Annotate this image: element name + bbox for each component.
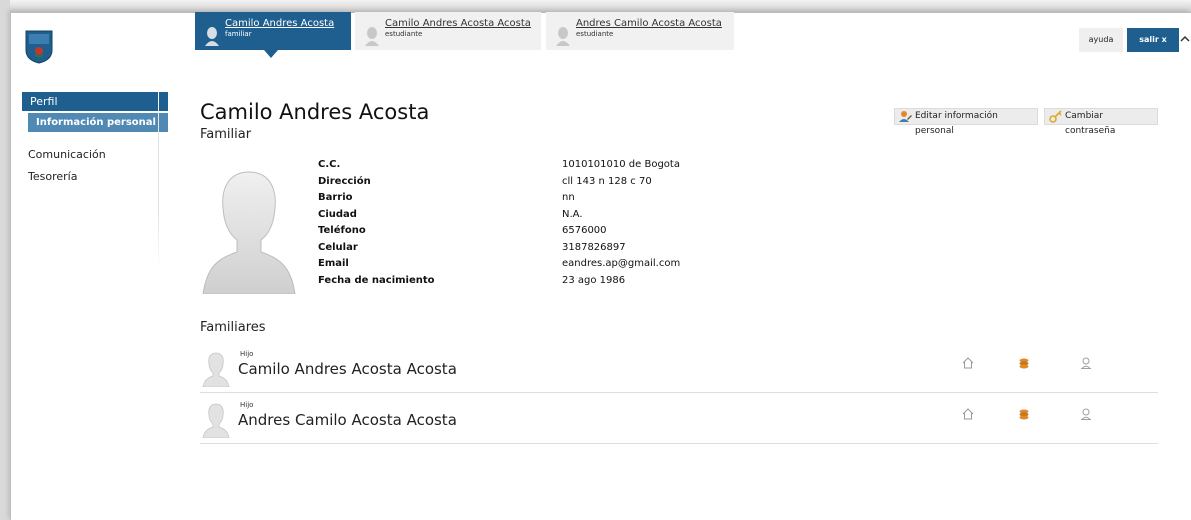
- tab-role: estudiante: [576, 30, 614, 38]
- family-relation: Hijo: [240, 350, 254, 358]
- tab-name: Camilo Andres Acosta Acosta: [385, 18, 531, 29]
- field-value-celular: 3187826897: [562, 241, 626, 253]
- field-label-ciudad: Ciudad: [318, 208, 357, 220]
- profile-field-values: 1010101010 de Bogota cll 143 n 128 c 70 …: [562, 157, 680, 289]
- field-value-ciudad: N.A.: [562, 208, 583, 220]
- user-avatar-icon: [556, 27, 570, 46]
- tab-andres-camilo-acosta-acosta[interactable]: Andres Camilo Acosta Acosta estudiante: [546, 12, 734, 50]
- tab-name: Andres Camilo Acosta Acosta: [576, 18, 722, 29]
- page-subtitle: Familiar: [200, 127, 252, 142]
- family-member-name[interactable]: Andres Camilo Acosta Acosta: [238, 411, 457, 429]
- familiares-title: Familiares: [200, 320, 266, 335]
- field-label-telefono: Teléfono: [318, 225, 366, 236]
- tab-camilo-andres-acosta[interactable]: Camilo Andres Acosta familiar: [195, 12, 351, 50]
- page-title: Camilo Andres Acosta: [200, 100, 430, 124]
- sidebar-item-informacion-personal[interactable]: Información personal: [28, 113, 168, 132]
- field-label-fecha-nacimiento: Fecha de nacimiento: [318, 274, 435, 286]
- student-icon[interactable]: [1080, 408, 1092, 420]
- sidebar-item-comunicacion[interactable]: Comunicación: [22, 144, 168, 166]
- list-item[interactable]: Hijo Andres Camilo Acosta Acosta: [200, 398, 1158, 444]
- home-icon[interactable]: [962, 357, 974, 369]
- field-label-direccion: Dirección: [318, 175, 371, 187]
- field-label-barrio: Barrio: [318, 192, 353, 203]
- profile-avatar: [202, 171, 296, 294]
- key-icon: [1049, 110, 1062, 123]
- edit-personal-info-button[interactable]: Editar información personal: [894, 108, 1038, 136]
- family-relation: Hijo: [240, 401, 254, 409]
- chevron-up-icon[interactable]: [1180, 34, 1190, 44]
- profile-field-labels: C.C. Dirección Barrio Ciudad Teléfono Ce…: [318, 157, 435, 289]
- logout-button[interactable]: salir x: [1127, 28, 1179, 52]
- family-member-name[interactable]: Camilo Andres Acosta Acosta: [238, 360, 457, 378]
- coins-icon[interactable]: [1018, 357, 1030, 369]
- home-icon[interactable]: [962, 408, 974, 420]
- change-password-button[interactable]: Cambiar contraseña: [1044, 108, 1158, 136]
- user-avatar-icon: [205, 27, 219, 46]
- user-avatar-icon: [365, 27, 379, 46]
- edit-user-icon: [899, 111, 912, 122]
- field-value-barrio: nn: [562, 192, 575, 203]
- field-label-cc: C.C.: [318, 159, 341, 170]
- field-value-direccion: cll 143 n 128 c 70: [562, 175, 652, 187]
- list-item[interactable]: Hijo Camilo Andres Acosta Acosta: [200, 347, 1158, 393]
- coins-icon[interactable]: [1018, 408, 1030, 420]
- change-password-label: Cambiar contraseña: [1065, 111, 1116, 136]
- student-icon[interactable]: [1080, 357, 1092, 369]
- sidebar-item-tesoreria[interactable]: Tesorería: [22, 166, 168, 188]
- shield-logo-icon: [25, 30, 53, 64]
- tab-camilo-andres-acosta-acosta[interactable]: Camilo Andres Acosta Acosta estudiante: [355, 12, 541, 50]
- field-value-fecha-nacimiento: 23 ago 1986: [562, 274, 626, 286]
- field-value-telefono: 6576000: [562, 225, 607, 236]
- tab-role: familiar: [225, 30, 252, 38]
- user-avatar-icon: [202, 352, 230, 387]
- field-value-cc: 1010101010 de Bogota: [562, 159, 680, 170]
- field-label-email: Email: [318, 258, 349, 269]
- active-tab-pointer: [264, 50, 278, 58]
- user-avatar-icon: [202, 403, 230, 438]
- tab-role: estudiante: [385, 30, 423, 38]
- tab-name: Camilo Andres Acosta: [225, 18, 335, 29]
- sidebar-divider: [158, 80, 159, 270]
- sidebar: Perfil Información personal Comunicación…: [22, 92, 168, 188]
- sidebar-item-perfil[interactable]: Perfil: [22, 92, 168, 111]
- help-button[interactable]: ayuda: [1079, 28, 1123, 52]
- field-label-celular: Celular: [318, 241, 358, 253]
- field-value-email: eandres.ap@gmail.com: [562, 258, 681, 269]
